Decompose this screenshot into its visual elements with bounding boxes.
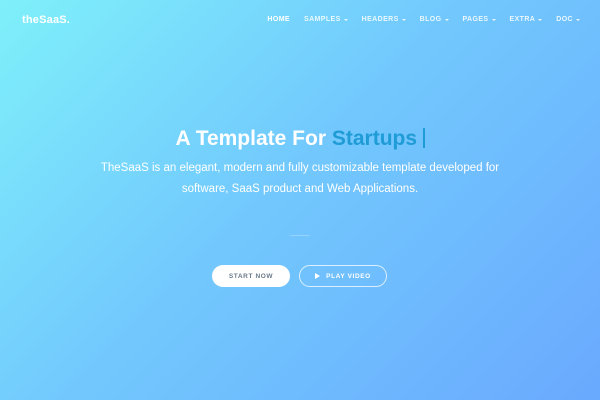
nav-item-label: BLOG xyxy=(419,16,442,23)
nav-item-label: HOME xyxy=(267,16,290,23)
nav-item-extra[interactable]: EXTRA xyxy=(510,16,543,23)
nav-item-headers[interactable]: HEADERS xyxy=(362,16,406,23)
headline-accent: Startups xyxy=(331,127,418,151)
brand-logo[interactable]: theSaaS. xyxy=(22,14,70,26)
play-icon xyxy=(315,273,321,279)
start-now-label: START NOW xyxy=(228,272,274,280)
nav-item-samples[interactable]: SAMPLES xyxy=(304,16,348,23)
caret-down-icon xyxy=(538,18,543,21)
nav-item-blog[interactable]: BLOG xyxy=(420,16,449,23)
hero-divider xyxy=(290,235,310,236)
start-now-button[interactable]: START NOW xyxy=(212,265,290,287)
lead-line-1: TheSaaS is an elegant, modern and fully … xyxy=(100,162,500,174)
nav-item-label: DOC xyxy=(556,16,573,23)
caret-down-icon xyxy=(444,18,449,21)
hero-section: theSaaS. HOME SAMPLES HEADERS BLOG PAGES… xyxy=(0,0,600,400)
nav-item-label: PAGES xyxy=(462,16,489,23)
nav-item-doc[interactable]: DOC xyxy=(556,16,580,23)
typing-cursor xyxy=(423,128,425,149)
main-nav: HOME SAMPLES HEADERS BLOG PAGES EXTRA DO… xyxy=(267,16,580,23)
nav-item-home[interactable]: HOME xyxy=(267,16,290,23)
nav-item-label: EXTRA xyxy=(509,16,536,23)
hero-lead-text: TheSaaS is an elegant, modern and fully … xyxy=(100,158,500,200)
nav-item-label: SAMPLES xyxy=(304,16,341,23)
caret-down-icon xyxy=(491,18,496,21)
caret-down-icon xyxy=(401,18,406,21)
hero-headline: A Template For Startups xyxy=(0,127,600,151)
headline-prefix: A Template For xyxy=(175,127,326,151)
lead-line-2: software, SaaS product and Web Applicati… xyxy=(181,183,419,195)
caret-down-icon xyxy=(343,18,348,21)
nav-item-label: HEADERS xyxy=(361,16,399,23)
nav-item-pages[interactable]: PAGES xyxy=(463,16,496,23)
caret-down-icon xyxy=(576,18,580,21)
play-video-button[interactable]: PLAY VIDEO xyxy=(299,265,387,287)
play-video-label: PLAY VIDEO xyxy=(326,272,371,280)
